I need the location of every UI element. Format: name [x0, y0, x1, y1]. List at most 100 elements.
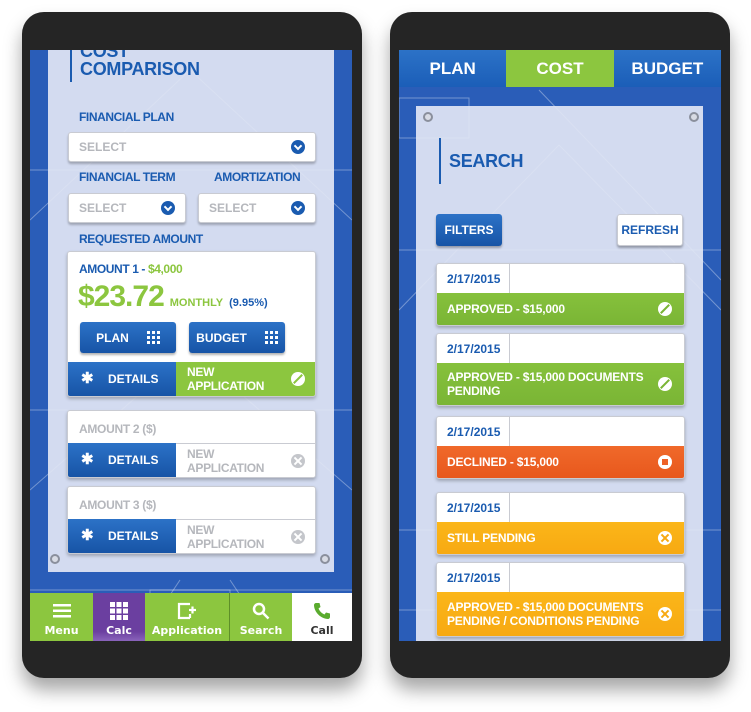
record-status-text: APPROVED - $15,000 DOCUMENTS PENDING — [447, 370, 644, 398]
bottom-nav: Menu Calc Application Search Call — [30, 593, 352, 641]
gear-icon — [81, 369, 94, 387]
approved-slash-icon — [658, 377, 672, 391]
financial-plan-value: SELECT — [79, 140, 127, 154]
details-button-label: DETAILS — [108, 372, 159, 386]
record-date: 2/17/2015 — [437, 563, 510, 592]
record-date: 2/17/2015 — [437, 493, 510, 522]
amount-1-heading: AMOUNT 1 - $4,000 — [79, 262, 183, 276]
menu-icon — [52, 600, 71, 622]
application-record[interactable]: 2/17/2015 APPROVED - $15,000 — [436, 263, 685, 326]
record-status-text: DECLINED - $15,000 — [447, 455, 559, 469]
page-title-text: SEARCH — [449, 151, 524, 171]
record-date: 2/17/2015 — [437, 334, 510, 363]
plan-button[interactable]: PLAN — [80, 322, 176, 353]
phone-frame-cost-comparison: COST COMPARISON FINANCIAL PLAN SELECT FI… — [22, 12, 362, 678]
new-application-label: NEW APPLICATION — [187, 522, 265, 551]
details-button-label: DETAILS — [108, 453, 159, 467]
bolt-icon — [320, 554, 330, 564]
nav-application-label: Application — [151, 624, 223, 637]
record-status-text: APPROVED - $15,000 — [447, 302, 565, 316]
amount-1-value: $4,000 — [147, 262, 183, 276]
page-title: COST COMPARISON — [70, 50, 200, 82]
details-button[interactable]: DETAILS — [68, 443, 176, 477]
amount-card: AMOUNT 2 ($) DETAILS NEW APPLICATION — [67, 410, 316, 478]
refresh-button[interactable]: REFRESH — [617, 214, 683, 246]
search-screen: PLAN COST BUDGET SEARCH FILTERS REFRESH … — [399, 50, 721, 641]
pending-x-icon — [658, 531, 672, 545]
financial-term-label: FINANCIAL TERM — [79, 170, 176, 184]
amortization-value: SELECT — [209, 201, 257, 215]
pending-x-icon — [658, 607, 672, 621]
cost-comparison-screen: COST COMPARISON FINANCIAL PLAN SELECT FI… — [30, 50, 352, 641]
page-title: SEARCH — [439, 138, 524, 184]
nav-search-label: Search — [239, 624, 283, 637]
amortization-label: AMORTIZATION — [214, 170, 301, 184]
tab-budget-label: BUDGET — [631, 58, 704, 78]
bolt-icon — [50, 554, 60, 564]
new-application-button[interactable]: NEW APPLICATION — [176, 362, 315, 396]
application-record[interactable]: 2/17/2015 STILL PENDING — [436, 492, 685, 555]
requested-amount-label: REQUESTED AMOUNT — [79, 232, 203, 246]
stop-icon — [658, 455, 672, 469]
filters-button[interactable]: FILTERS — [436, 214, 502, 246]
gear-icon — [81, 526, 94, 544]
tab-budget[interactable]: BUDGET — [613, 50, 721, 87]
record-status-line1: APPROVED - $15,000 DOCUMENTS — [447, 600, 644, 614]
nav-search[interactable]: Search — [230, 593, 292, 641]
amount-actions: DETAILS NEW APPLICATION — [68, 362, 315, 396]
nav-calc-label: Calc — [106, 624, 132, 637]
monthly-payment-row: $23.72 MONTHLY (9.95%) — [78, 280, 268, 314]
record-status-text: APPROVED - $15,000 DOCUMENTS PENDING / CO… — [447, 600, 644, 628]
monthly-label: MONTHLY — [169, 297, 224, 309]
record-status: APPROVED - $15,000 DOCUMENTS PENDING / CO… — [437, 592, 684, 636]
financial-plan-select[interactable]: SELECT — [68, 132, 316, 162]
nav-menu-label: Menu — [44, 624, 79, 637]
amount-1-label: AMOUNT 1 - — [79, 262, 148, 276]
bolt-icon — [423, 112, 433, 122]
amount-card: AMOUNT 3 ($) DETAILS NEW APPLICATION — [67, 486, 316, 554]
phone-frame-search: PLAN COST BUDGET SEARCH FILTERS REFRESH … — [390, 12, 730, 678]
amount-actions: DETAILS NEW APPLICATION — [68, 443, 315, 477]
application-record[interactable]: 2/17/2015 APPROVED - $15,000 DOCUMENTS PE… — [436, 562, 685, 637]
new-application-button[interactable]: NEW APPLICATION — [176, 443, 315, 477]
tab-plan-label: PLAN — [429, 58, 476, 78]
chevron-down-icon — [161, 201, 175, 215]
nav-call-label: Call — [310, 624, 334, 637]
refresh-button-label: REFRESH — [621, 223, 679, 237]
nav-call[interactable]: Call — [292, 593, 352, 641]
nav-calc[interactable]: Calc — [93, 593, 145, 641]
record-status-line2: PENDING — [447, 384, 501, 398]
gear-icon — [81, 450, 94, 468]
nav-application[interactable]: Application — [145, 593, 230, 641]
monthly-payment-value: $23.72 — [78, 280, 165, 313]
new-application-label: NEW APPLICATION — [187, 446, 265, 475]
details-button[interactable]: DETAILS — [68, 519, 176, 553]
application-record[interactable]: 2/17/2015 APPROVED - $15,000 DOCUMENTS PE… — [436, 333, 685, 406]
record-date: 2/17/2015 — [437, 264, 510, 293]
financial-term-value: SELECT — [79, 201, 127, 215]
amortization-select[interactable]: SELECT — [198, 193, 316, 223]
tab-plan[interactable]: PLAN — [399, 50, 507, 87]
amount-2-input[interactable]: AMOUNT 2 ($) — [79, 422, 156, 436]
amount-3-input[interactable]: AMOUNT 3 ($) — [79, 498, 156, 512]
tab-cost[interactable]: COST — [506, 50, 614, 87]
nav-menu[interactable]: Menu — [30, 593, 93, 641]
financial-term-select[interactable]: SELECT — [68, 193, 186, 223]
calculator-grid-icon — [110, 600, 128, 622]
search-icon — [252, 600, 270, 622]
new-application-button[interactable]: NEW APPLICATION — [176, 519, 315, 553]
chevron-down-icon — [291, 201, 305, 215]
disabled-x-icon — [291, 529, 305, 544]
disabled-x-icon — [291, 453, 305, 468]
filters-button-label: FILTERS — [444, 223, 494, 237]
application-record[interactable]: 2/17/2015 DECLINED - $15,000 — [436, 416, 685, 479]
amount-actions: DETAILS NEW APPLICATION — [68, 519, 315, 553]
bolt-icon — [689, 112, 699, 122]
details-button[interactable]: DETAILS — [68, 362, 176, 396]
budget-button[interactable]: BUDGET — [189, 322, 285, 353]
financial-plan-label: FINANCIAL PLAN — [79, 110, 174, 124]
approved-slash-icon — [291, 372, 305, 386]
top-tabs: PLAN COST BUDGET — [399, 50, 721, 87]
chevron-down-icon — [291, 140, 305, 154]
record-status-line2: PENDING / CONDITIONS PENDING — [447, 614, 640, 628]
